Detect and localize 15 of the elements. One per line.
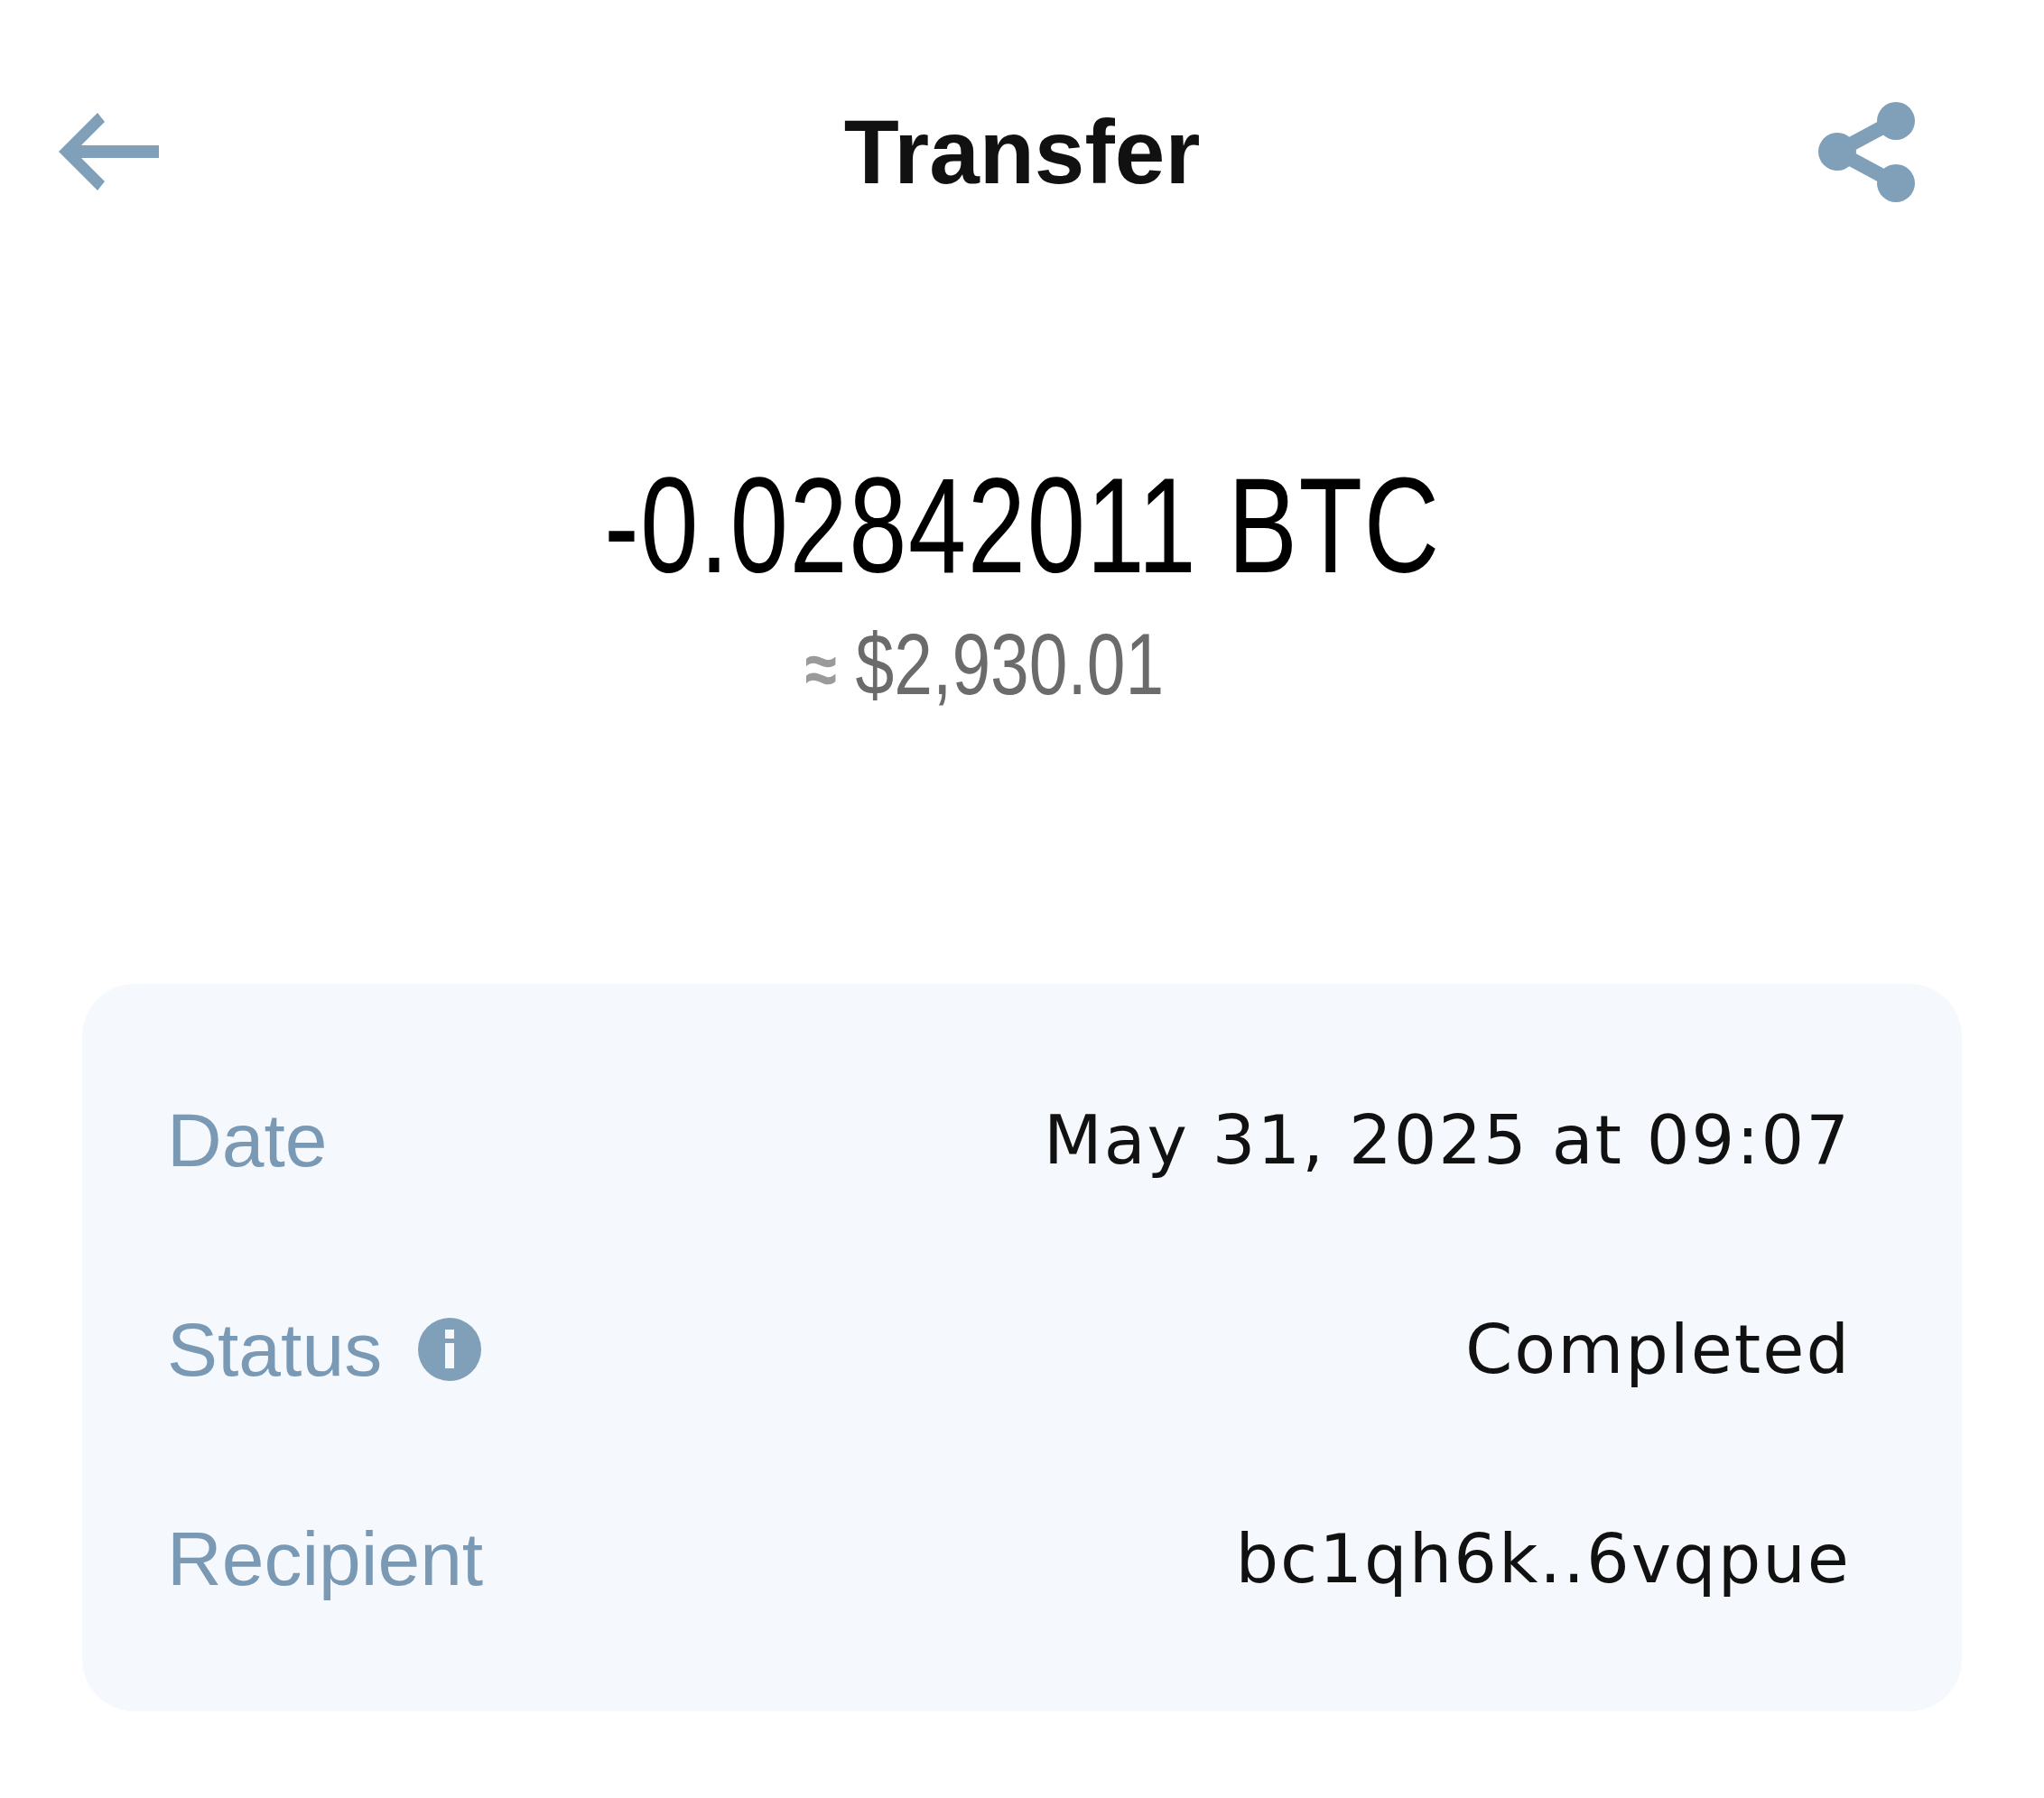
detail-label: Recipient [167,1515,484,1603]
back-arrow-icon [59,113,159,190]
detail-value: May 31, 2025 at 09:07 [1043,1100,1851,1180]
screen-title: Transfer [843,99,1201,204]
detail-value: bc1qh6k..6vqpue [1235,1519,1851,1599]
fiat-amount: $2,930.01 [855,621,1164,708]
detail-label: Date [167,1096,328,1184]
info-icon[interactable] [418,1318,482,1381]
share-button[interactable] [1818,101,1916,202]
detail-value: Completed [1464,1310,1851,1389]
share-icon [1818,101,1916,202]
crypto-amount: -0.02842011 BTC [603,458,1441,593]
approx-sign: ≈ [804,634,837,706]
detail-label: Status [167,1305,383,1394]
back-button[interactable] [59,113,159,190]
